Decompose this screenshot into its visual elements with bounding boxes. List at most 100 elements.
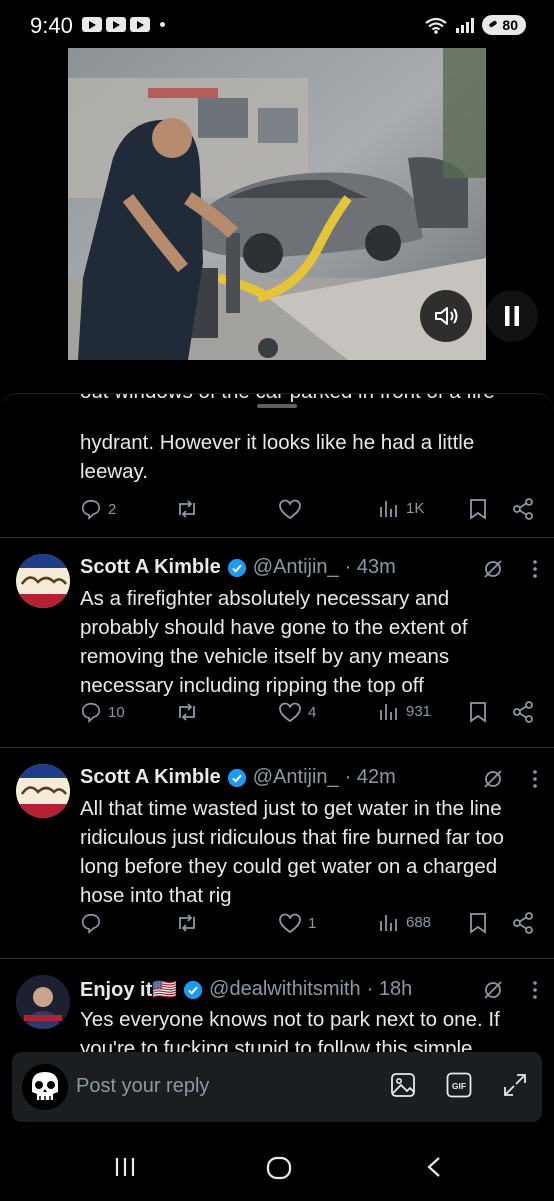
verified-badge-icon — [184, 980, 203, 999]
bookmark-icon — [470, 499, 486, 520]
bookmark-icon — [470, 702, 486, 723]
we-the-people-avatar-icon — [16, 554, 70, 608]
avatar[interactable] — [16, 554, 70, 608]
avatar[interactable] — [16, 764, 70, 818]
reply-input[interactable]: Post your reply — [76, 1075, 209, 1098]
share-action[interactable] — [512, 498, 534, 520]
verified-badge-icon — [227, 768, 246, 787]
author-name[interactable]: Scott A Kimble — [80, 766, 221, 789]
tweet-actions: 1 688 — [80, 912, 540, 940]
gif-label: GIF — [452, 1081, 466, 1091]
reply-tweet[interactable]: Scott A Kimble @Antijin_ · 42m All that … — [0, 747, 554, 957]
repost-icon — [179, 914, 195, 932]
tweet-text: As a firefighter absolutely necessary an… — [80, 587, 468, 697]
battery-icon: 80 — [482, 15, 526, 35]
reply-action[interactable]: 10 — [80, 701, 125, 723]
tweet-time: · 43m — [344, 556, 396, 578]
views-count: 1K — [406, 499, 425, 517]
bookmark-action[interactable] — [468, 701, 488, 723]
grok-icon[interactable] — [482, 979, 504, 1001]
views-icon — [380, 704, 397, 720]
grok-icon[interactable] — [482, 558, 504, 580]
views-action[interactable]: 931 — [378, 701, 431, 721]
grok-icon[interactable] — [482, 768, 504, 790]
status-time: 9:40 — [30, 13, 73, 38]
composer-tools: GIF — [390, 1072, 528, 1098]
more-options-icon[interactable] — [532, 980, 538, 1000]
author-name[interactable]: Enjoy it🇺🇸 — [80, 977, 177, 1002]
share-action[interactable] — [512, 701, 534, 723]
bookmark-icon — [470, 913, 486, 934]
tweet-time: · 18h — [366, 978, 413, 1000]
tweet-header: Enjoy it🇺🇸 @dealwithitsmith · 18h — [80, 977, 412, 1002]
partial-tweet-actions: 2 1K — [80, 498, 540, 526]
volume-icon — [435, 307, 458, 325]
sheet-drag-handle[interactable] — [257, 404, 297, 408]
youtube-icon — [106, 17, 126, 32]
gif-icon[interactable]: GIF — [446, 1072, 472, 1098]
repost-icon — [179, 500, 195, 518]
home-icon[interactable] — [266, 1156, 292, 1180]
like-count: 4 — [308, 703, 317, 721]
bookmark-action[interactable] — [468, 912, 488, 934]
repost-action[interactable] — [175, 701, 205, 723]
reply-composer[interactable]: Post your reply GIF — [12, 1052, 542, 1122]
recents-icon[interactable] — [114, 1156, 136, 1178]
tweet-time: · 42m — [344, 766, 396, 788]
tweet-header-actions — [482, 979, 538, 1001]
share-icon — [513, 912, 533, 934]
reply-tweet[interactable]: Scott A Kimble @Antijin_ · 43m As a fire… — [0, 537, 554, 747]
my-avatar — [22, 1064, 68, 1110]
we-the-people-avatar-icon — [16, 764, 70, 818]
share-action[interactable] — [512, 912, 534, 934]
tweet-header: Scott A Kimble @Antijin_ · 42m — [80, 766, 396, 789]
views-action[interactable]: 1K — [378, 498, 424, 518]
back-icon[interactable] — [424, 1156, 444, 1178]
tweet-header-actions — [482, 558, 538, 580]
repost-action[interactable] — [175, 498, 205, 520]
author-handle[interactable]: @Antijin_ — [253, 766, 339, 789]
youtube-icon — [82, 17, 102, 32]
wifi-icon — [425, 17, 448, 34]
skull-avatar-icon — [22, 1064, 68, 1110]
like-action[interactable] — [278, 498, 308, 520]
partial-tweet-text: hydrant. However it looks like he had a … — [80, 431, 475, 483]
views-icon — [380, 915, 397, 931]
status-indicators: 80 — [424, 15, 526, 35]
share-icon — [513, 498, 533, 520]
verified-badge-icon — [227, 558, 246, 577]
pause-icon — [505, 306, 519, 326]
bookmark-action[interactable] — [468, 498, 488, 520]
repost-action[interactable] — [175, 912, 205, 934]
image-icon[interactable] — [390, 1072, 416, 1098]
reply-count: 10 — [108, 703, 125, 721]
tweet-actions: 10 4 931 — [80, 701, 540, 729]
more-options-icon[interactable] — [532, 769, 538, 789]
tweet-text: All that time wasted just to get water i… — [80, 797, 504, 907]
repost-icon — [179, 703, 195, 721]
avatar[interactable] — [16, 975, 70, 1029]
heart-icon — [279, 702, 301, 723]
reply-action[interactable] — [80, 912, 108, 934]
views-count: 688 — [406, 913, 432, 931]
volume-button[interactable] — [420, 290, 472, 342]
tweet-header: Scott A Kimble @Antijin_ · 43m — [80, 556, 396, 579]
expand-icon[interactable] — [502, 1072, 528, 1098]
views-action[interactable]: 688 — [378, 912, 431, 932]
share-icon — [513, 701, 533, 723]
reply-icon — [81, 499, 101, 520]
reply-icon — [81, 702, 101, 723]
author-handle[interactable]: @dealwithitsmith — [209, 978, 360, 1001]
signal-icon — [456, 17, 475, 33]
heart-icon — [279, 913, 301, 934]
reply-count: 2 — [108, 500, 117, 518]
reply-action[interactable]: 2 — [80, 498, 116, 520]
person-avatar-icon — [16, 975, 70, 1029]
like-action[interactable]: 4 — [278, 701, 316, 723]
more-options-icon[interactable] — [532, 559, 538, 579]
author-handle[interactable]: @Antijin_ — [253, 556, 339, 579]
author-name[interactable]: Scott A Kimble — [80, 556, 221, 579]
like-action[interactable]: 1 — [278, 912, 316, 934]
pause-button[interactable] — [486, 290, 538, 342]
reply-icon — [81, 913, 101, 934]
